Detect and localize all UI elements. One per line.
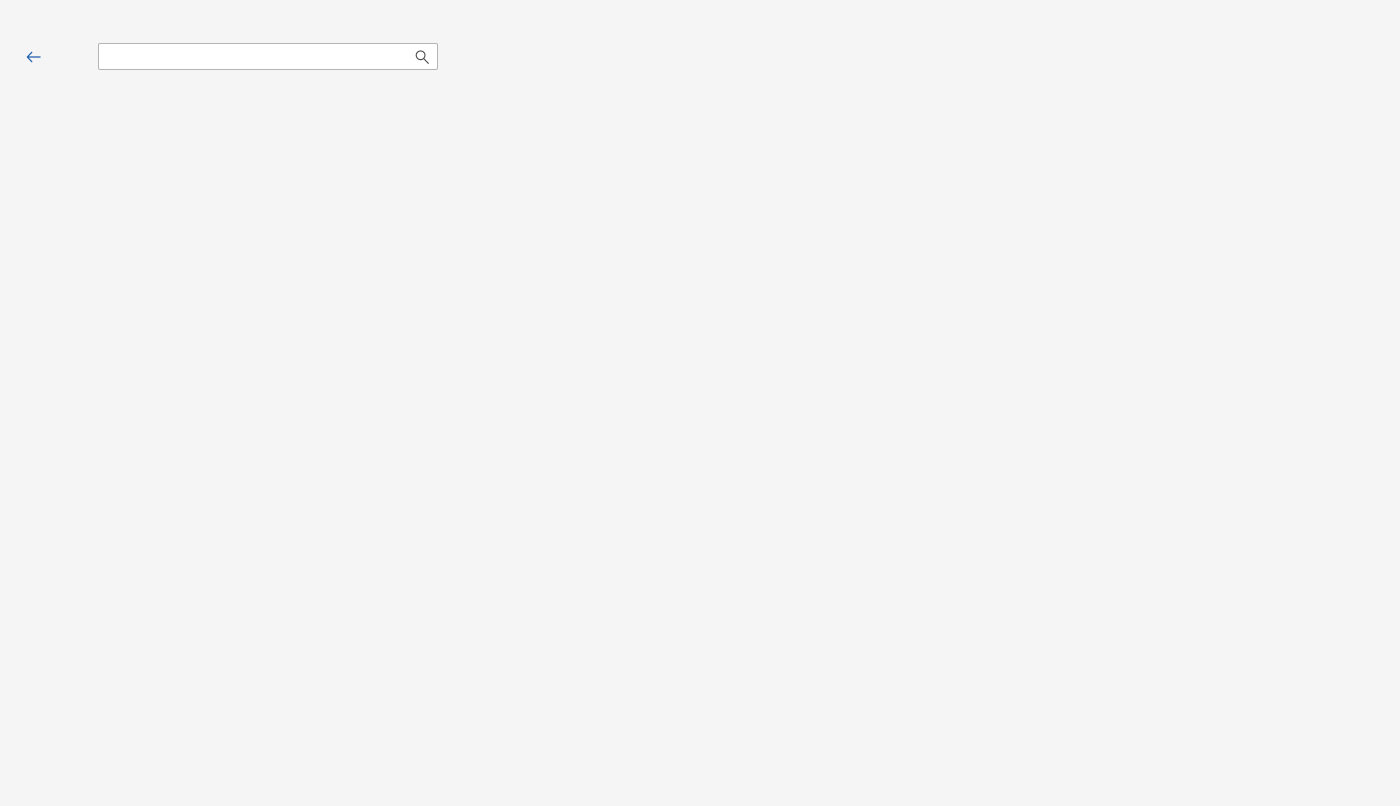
back-button[interactable] [24, 48, 92, 66]
template-gallery [20, 86, 1382, 806]
arrow-left-icon [26, 51, 41, 62]
search-box [98, 43, 438, 70]
toolbar [24, 43, 438, 70]
search-input[interactable] [98, 43, 438, 70]
search-icon[interactable] [414, 49, 430, 65]
